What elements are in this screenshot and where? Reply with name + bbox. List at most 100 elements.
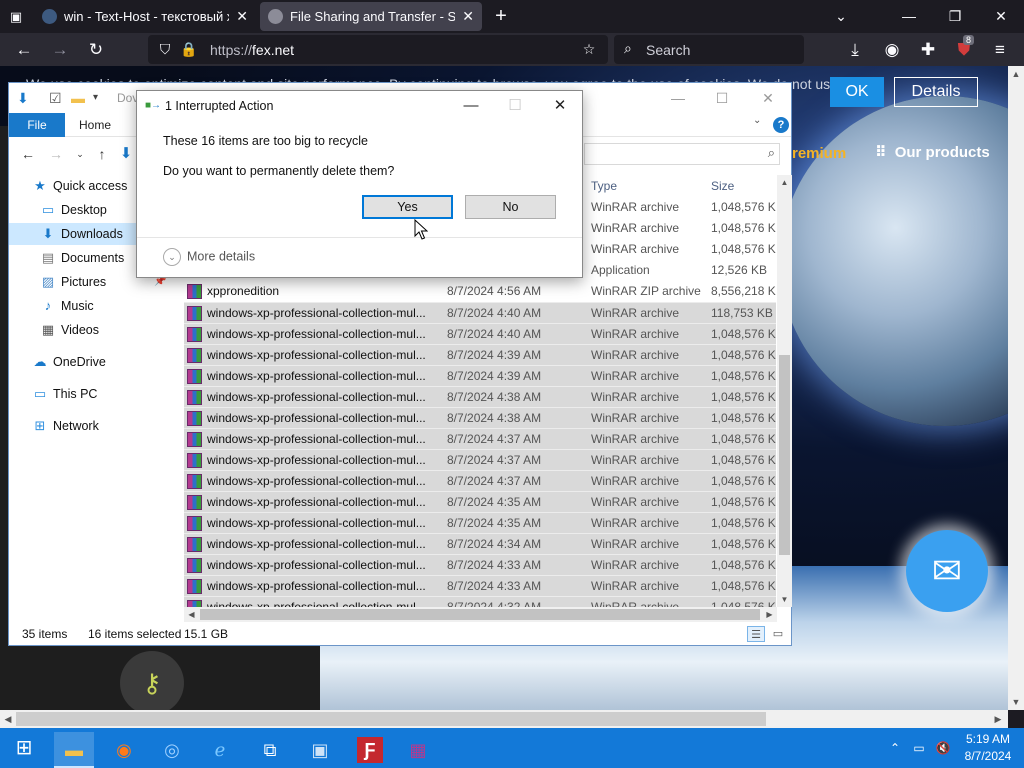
- properties-icon[interactable]: ☑: [49, 89, 62, 107]
- chrome-icon[interactable]: ◎: [152, 732, 192, 768]
- maximize-icon[interactable]: ☐: [707, 87, 737, 109]
- cookie-details-button[interactable]: Details: [894, 77, 978, 107]
- chevron-up-icon[interactable]: ⌃: [886, 739, 904, 757]
- scroll-right-icon[interactable]: ▶: [762, 607, 777, 622]
- file-row[interactable]: windows-xp-professional-collection-mul..…: [184, 554, 776, 575]
- file-row[interactable]: windows-xp-professional-collection-mul..…: [184, 575, 776, 596]
- windows-start-icon[interactable]: ⊞: [0, 728, 48, 768]
- back-icon[interactable]: ←: [19, 145, 37, 163]
- shield-icon[interactable]: ⛉: [156, 40, 174, 58]
- page-horizontal-scrollbar[interactable]: ◀ ▶: [0, 710, 1008, 728]
- column-type[interactable]: Type: [591, 175, 617, 197]
- file-row[interactable]: windows-xp-professional-collection-mul..…: [184, 533, 776, 554]
- more-details-toggle[interactable]: ⌄ More details: [163, 248, 255, 266]
- minimize-icon[interactable]: —: [449, 94, 493, 118]
- scroll-left-icon[interactable]: ◀: [184, 607, 199, 622]
- tab-home[interactable]: Home: [79, 113, 111, 137]
- chevron-down-icon[interactable]: ⌄: [753, 115, 761, 126]
- file-row[interactable]: windows-xp-professional-collection-mul..…: [184, 470, 776, 491]
- file-row[interactable]: windows-xp-professional-collection-mul..…: [184, 323, 776, 344]
- file-list-vertical-scrollbar[interactable]: ▲ ▼: [777, 175, 792, 607]
- url-text[interactable]: https://fex.net: [210, 42, 294, 58]
- file-row[interactable]: windows-xp-professional-collection-mul..…: [184, 596, 776, 607]
- chevron-down-icon[interactable]: ⌄: [826, 4, 856, 28]
- file-row[interactable]: windows-xp-professional-collection-mul..…: [184, 344, 776, 365]
- minimize-icon[interactable]: —: [663, 87, 693, 109]
- scroll-thumb[interactable]: [16, 712, 766, 726]
- file-row[interactable]: windows-xp-professional-collection-mul..…: [184, 365, 776, 386]
- customize-toolbar-icon[interactable]: ▾: [93, 89, 98, 107]
- scroll-thumb[interactable]: [779, 355, 790, 555]
- clock[interactable]: 5:19 AM 8/7/2024: [960, 731, 1016, 765]
- page-vertical-scrollbar[interactable]: ▲ ▼: [1008, 66, 1024, 710]
- close-icon[interactable]: ✕: [462, 2, 474, 31]
- back-icon[interactable]: ←: [12, 38, 36, 62]
- bookmark-star-icon[interactable]: ☆: [580, 40, 598, 58]
- search-input[interactable]: ⌕: [584, 143, 780, 165]
- yes-button[interactable]: Yes: [362, 195, 453, 219]
- new-folder-icon[interactable]: ▬: [71, 89, 85, 107]
- scroll-right-icon[interactable]: ▶: [990, 710, 1006, 728]
- new-tab-icon[interactable]: +: [490, 4, 512, 28]
- file-row[interactable]: windows-xp-professional-collection-mul..…: [184, 428, 776, 449]
- menu-icon[interactable]: ≡: [988, 38, 1012, 62]
- column-size[interactable]: Size: [711, 175, 734, 197]
- tab-file[interactable]: File: [9, 113, 65, 137]
- volume-muted-icon[interactable]: 🔇: [934, 739, 952, 757]
- nav-videos[interactable]: ▦ Videos: [9, 319, 184, 341]
- large-icons-view-icon[interactable]: ▭: [769, 626, 787, 642]
- help-icon[interactable]: ?: [773, 117, 789, 133]
- close-icon[interactable]: ✕: [236, 2, 248, 31]
- key-icon[interactable]: ⚷: [120, 651, 184, 710]
- explorer-app-icon[interactable]: ⧉: [250, 732, 290, 768]
- file-row[interactable]: windows-xp-professional-collection-mul..…: [184, 407, 776, 428]
- file-row[interactable]: windows-xp-professional-collection-mul..…: [184, 386, 776, 407]
- file-row[interactable]: windows-xp-professional-collection-mul..…: [184, 449, 776, 470]
- lock-icon[interactable]: 🔒: [180, 40, 198, 58]
- scroll-down-icon[interactable]: ▼: [1008, 694, 1024, 710]
- close-icon[interactable]: ✕: [538, 94, 582, 118]
- url-bar[interactable]: ⛉ 🔒 https://fex.net ☆: [148, 35, 608, 64]
- no-button[interactable]: No: [465, 195, 556, 219]
- forward-icon[interactable]: →: [48, 38, 72, 62]
- scroll-up-icon[interactable]: ▲: [1008, 66, 1024, 82]
- up-icon[interactable]: ↑: [93, 145, 111, 163]
- network-tray-icon[interactable]: ▭: [910, 739, 928, 757]
- browser-search-box[interactable]: ⌕ Search: [614, 35, 804, 64]
- extensions-icon[interactable]: ✚: [916, 38, 940, 62]
- cookie-ok-button[interactable]: OK: [830, 77, 884, 107]
- forward-icon[interactable]: →: [47, 145, 65, 163]
- our-products-link[interactable]: ⠿ Our products: [875, 143, 990, 161]
- firefox-icon[interactable]: ◉: [104, 732, 144, 768]
- ie-icon[interactable]: ℯ: [200, 732, 240, 768]
- downloads-icon[interactable]: ⤓: [843, 38, 867, 62]
- image-viewer-icon[interactable]: ▣: [300, 732, 340, 768]
- scroll-thumb[interactable]: [200, 609, 760, 620]
- details-view-icon[interactable]: ☰: [747, 626, 765, 642]
- close-window-icon[interactable]: ✕: [986, 4, 1016, 28]
- file-list-horizontal-scrollbar[interactable]: ◀ ▶: [184, 607, 777, 622]
- tab-list-icon[interactable]: ▣: [6, 7, 26, 27]
- scroll-up-icon[interactable]: ▲: [777, 175, 792, 190]
- file-row[interactable]: xppronedition 8/7/2024 4:56 AM WinRAR ZIP …: [184, 281, 776, 302]
- winrar-icon[interactable]: ▦: [398, 732, 438, 768]
- filezilla-icon[interactable]: Ƒ: [357, 737, 383, 763]
- recent-locations-icon[interactable]: ⌄: [71, 145, 89, 163]
- account-icon[interactable]: ◉: [880, 38, 904, 62]
- mail-icon[interactable]: ✉: [906, 530, 988, 612]
- tab-file-sharing[interactable]: File Sharing and Transfer - Send ✕: [260, 2, 482, 31]
- nav-onedrive[interactable]: ☁ OneDrive: [9, 351, 184, 373]
- file-row[interactable]: windows-xp-professional-collection-mul..…: [184, 491, 776, 512]
- close-icon[interactable]: ✕: [753, 87, 783, 109]
- nav-music[interactable]: ♪ Music: [9, 295, 184, 317]
- reload-icon[interactable]: ↻: [84, 38, 108, 62]
- scroll-left-icon[interactable]: ◀: [0, 710, 16, 728]
- nav-network[interactable]: ⊞ Network: [9, 415, 184, 437]
- premium-link[interactable]: remium: [792, 145, 846, 162]
- file-explorer-icon[interactable]: ▬: [54, 732, 94, 768]
- minimize-icon[interactable]: —: [894, 4, 924, 28]
- scroll-down-icon[interactable]: ▼: [777, 592, 792, 607]
- restore-icon[interactable]: ❐: [940, 4, 970, 28]
- tab-text-host[interactable]: win - Text-Host - текстовый хостинг ✕: [34, 2, 256, 31]
- file-row[interactable]: windows-xp-professional-collection-mul..…: [184, 302, 776, 323]
